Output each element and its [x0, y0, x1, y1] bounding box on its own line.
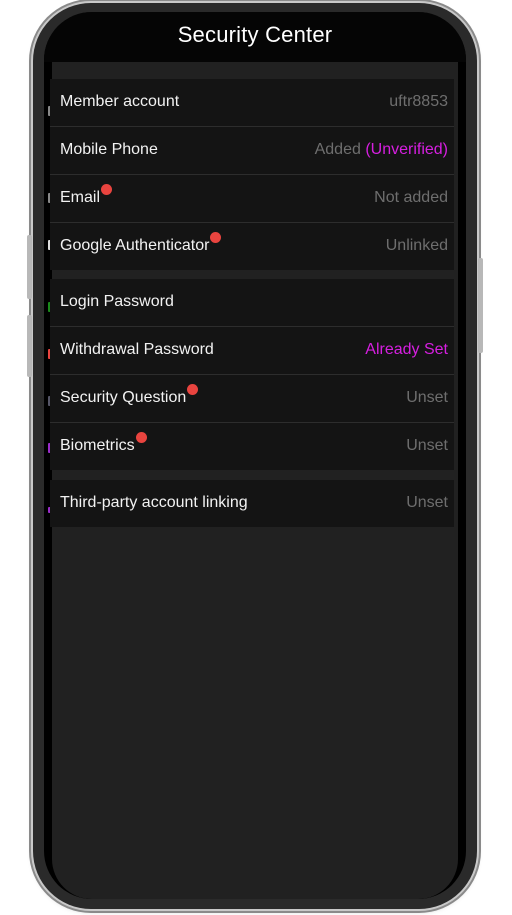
ga-label-text: Google Authenticator	[60, 237, 210, 254]
sq-status-value: Unset	[406, 389, 448, 406]
row-label: Withdrawal Password	[60, 341, 214, 358]
row-login-password[interactable]: Login Password	[50, 279, 454, 327]
ga-status-value: Unlinked	[385, 237, 448, 254]
phone-screen: Security Center Member account uftr8853 …	[44, 12, 466, 899]
side-button-right	[478, 258, 483, 353]
bio-status-value: Unset	[406, 437, 448, 454]
sq-label-text: Security Question	[60, 389, 187, 406]
mobile-unverified-text: (Unverified)	[365, 141, 448, 158]
row-mobile-phone[interactable]: Mobile Phone Added (Unverified)	[50, 127, 454, 175]
mobile-added-text: Added	[314, 141, 361, 158]
account-group: Member account uftr8853 Mobile Phone Add…	[50, 79, 454, 270]
password-group: Login Password Withdrawal Password Alrea…	[50, 279, 454, 470]
bio-label-text: Biometrics	[60, 437, 135, 454]
row-label: Mobile Phone	[60, 141, 158, 158]
row-email[interactable]: Email Not added	[50, 175, 454, 223]
row-label: Biometrics	[60, 432, 147, 455]
email-status-value: Not added	[374, 189, 448, 206]
row-label: Login Password	[60, 293, 174, 310]
linking-group: Third-party account linking Unset	[50, 480, 454, 527]
notification-dot-icon	[210, 232, 222, 243]
member-id-value: uftr8853	[389, 93, 448, 110]
row-member-account[interactable]: Member account uftr8853	[50, 79, 454, 127]
row-label: Google Authenticator	[60, 232, 222, 255]
notification-dot-icon	[187, 384, 199, 395]
row-label: Member account	[60, 93, 180, 110]
email-label-text: Email	[60, 189, 101, 206]
row-security-question[interactable]: Security Question Unset	[50, 375, 454, 423]
side-button-left-top	[27, 235, 32, 299]
phone-frame: Security Center Member account uftr8853 …	[27, 3, 483, 909]
row-label: Third-party account linking	[60, 494, 248, 511]
page-title: Security Center	[177, 22, 333, 47]
row-third-party-linking[interactable]: Third-party account linking Unset	[50, 480, 454, 527]
linking-status-value: Unset	[406, 494, 448, 511]
side-button-left-bottom	[27, 315, 32, 377]
notification-dot-icon	[101, 184, 113, 195]
mobile-status-value: Added (Unverified)	[315, 141, 448, 159]
withdrawal-status-value: Already Set	[365, 341, 448, 358]
row-label: Security Question	[60, 384, 199, 407]
row-label: Email	[60, 184, 113, 207]
app-header: Security Center	[44, 12, 466, 62]
notification-dot-icon	[135, 432, 147, 443]
row-withdrawal-password[interactable]: Withdrawal Password Already Set	[50, 327, 454, 375]
row-google-authenticator[interactable]: Google Authenticator Unlinked	[50, 223, 454, 270]
row-biometrics[interactable]: Biometrics Unset	[50, 423, 454, 470]
